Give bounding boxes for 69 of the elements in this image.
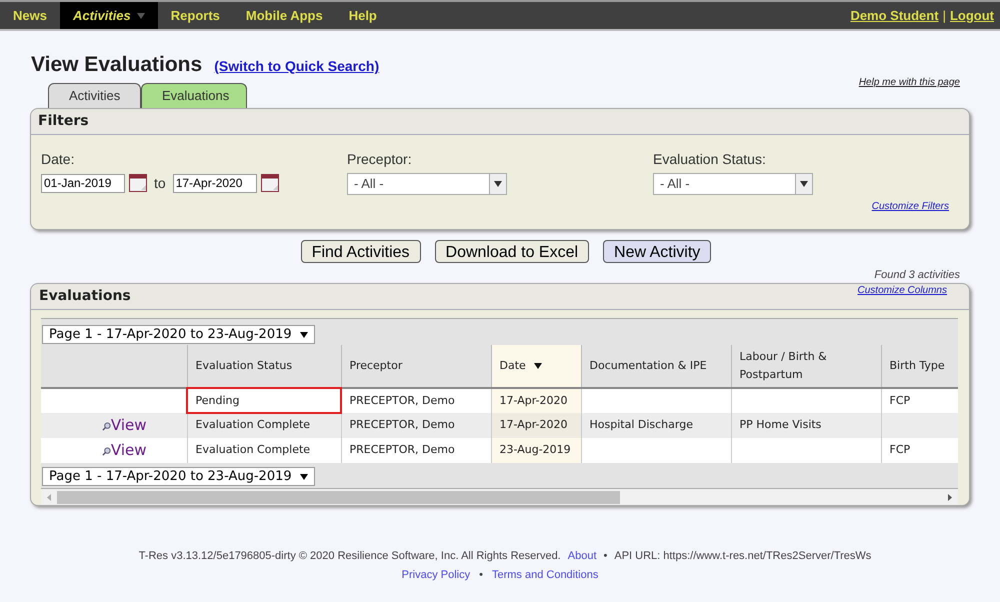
dropdown-arrow-icon [300,474,308,480]
table-cell: 17-Apr-2020 [491,413,581,438]
terms-link[interactable]: Terms and Conditions [492,566,598,583]
view-link[interactable]: View [102,414,146,437]
horizontal-scrollbar[interactable] [41,488,958,505]
table-cell: FCP [881,438,958,463]
table-cell: PP Home Visits [731,413,881,438]
page-select[interactable]: Page 1 - 17-Apr-2020 to 23-Aug-2019 [42,325,315,344]
date-from-field[interactable]: 01-Jan-2019 [41,174,125,192]
table-cell: PRECEPTOR, Demo [341,413,491,438]
field-label: Preceptor: [347,150,413,169]
table-cell: PRECEPTOR, Demo [341,388,491,413]
dropdown-arrow-icon [800,180,808,186]
to-label: to [154,174,166,192]
table-cell: FCP [881,388,958,413]
column-header[interactable]: Date [491,345,581,388]
column-header[interactable]: Documentation & IPE [581,345,731,388]
action-button[interactable]: Download to Excel [434,240,590,262]
nav-item[interactable]: Reports [158,2,233,29]
dropdown-arrow-icon [136,12,145,18]
magnifier-icon [102,446,111,456]
about-link[interactable]: About [568,548,596,564]
preceptor-select[interactable]: - All - [347,172,507,194]
view-link[interactable]: View [102,439,146,462]
privacy-link[interactable]: Privacy Policy [402,566,470,583]
table-cell: Evaluation Complete [187,413,341,438]
field-label: Date: [41,150,76,168]
scroll-right-icon[interactable] [948,494,952,500]
nav-item[interactable]: Help [336,2,390,29]
table-cell: Pending [187,388,341,413]
user-link[interactable]: Demo Student [850,6,939,26]
bullet: • [479,568,483,582]
magnifier-icon [102,422,111,431]
bullet: • [604,549,608,564]
calendar-icon[interactable] [129,174,147,192]
dropdown-arrow-icon [300,332,308,338]
date-to-field[interactable]: 17-Apr-2020 [172,174,257,192]
table-cell: 23-Aug-2019 [491,438,581,463]
tab[interactable]: Evaluations [141,82,247,108]
panel-title: Evaluations [39,287,131,306]
quick-search-link[interactable]: (Switch to Quick Search) [214,56,380,77]
action-button[interactable]: New Activity [603,240,712,262]
customize-columns-link[interactable]: Customize Columns [858,283,947,298]
api-url-text: API URL: https://www.t-res.net/TRes2Server/TresWs [614,549,872,564]
field-label: Evaluation Status: [653,150,767,168]
table-cell: Evaluation Complete [187,438,341,463]
result-count: Found 3 activities [874,268,960,282]
action-button[interactable]: Find Activities [300,240,421,262]
page-select[interactable]: Page 1 - 17-Apr-2020 to 23-Aug-2019 [42,467,315,486]
nav-item[interactable]: News [0,2,60,29]
customize-filters-link[interactable]: Customize Filters [872,198,949,214]
calendar-icon[interactable] [260,174,279,192]
column-header[interactable]: Labour / Birth & Postpartum [731,345,881,388]
help-link[interactable]: Help me with this page [858,74,960,90]
table-cell: 17-Apr-2020 [491,388,581,413]
nav-item[interactable]: Mobile Apps [232,2,336,29]
sort-arrow-icon [534,363,542,369]
table-cell: PRECEPTOR, Demo [341,438,491,463]
column-header[interactable]: Birth Type [881,345,958,388]
tab[interactable]: Activities [48,82,141,108]
logout-link[interactable]: Logout [950,6,994,26]
nav-item[interactable]: Activities [60,2,158,29]
table-cell: Hospital Discharge [581,413,731,438]
page-title: View Evaluations [31,52,202,78]
status-select[interactable]: - All - [653,172,813,194]
separator: | [942,6,946,25]
copyright-text: T-Res v3.13.12/5e1796805-dirty © 2020 Resilience Software, Inc. All Rights Reserved. [138,549,561,564]
dropdown-arrow-icon [494,180,502,186]
panel-title: Filters [38,112,89,130]
